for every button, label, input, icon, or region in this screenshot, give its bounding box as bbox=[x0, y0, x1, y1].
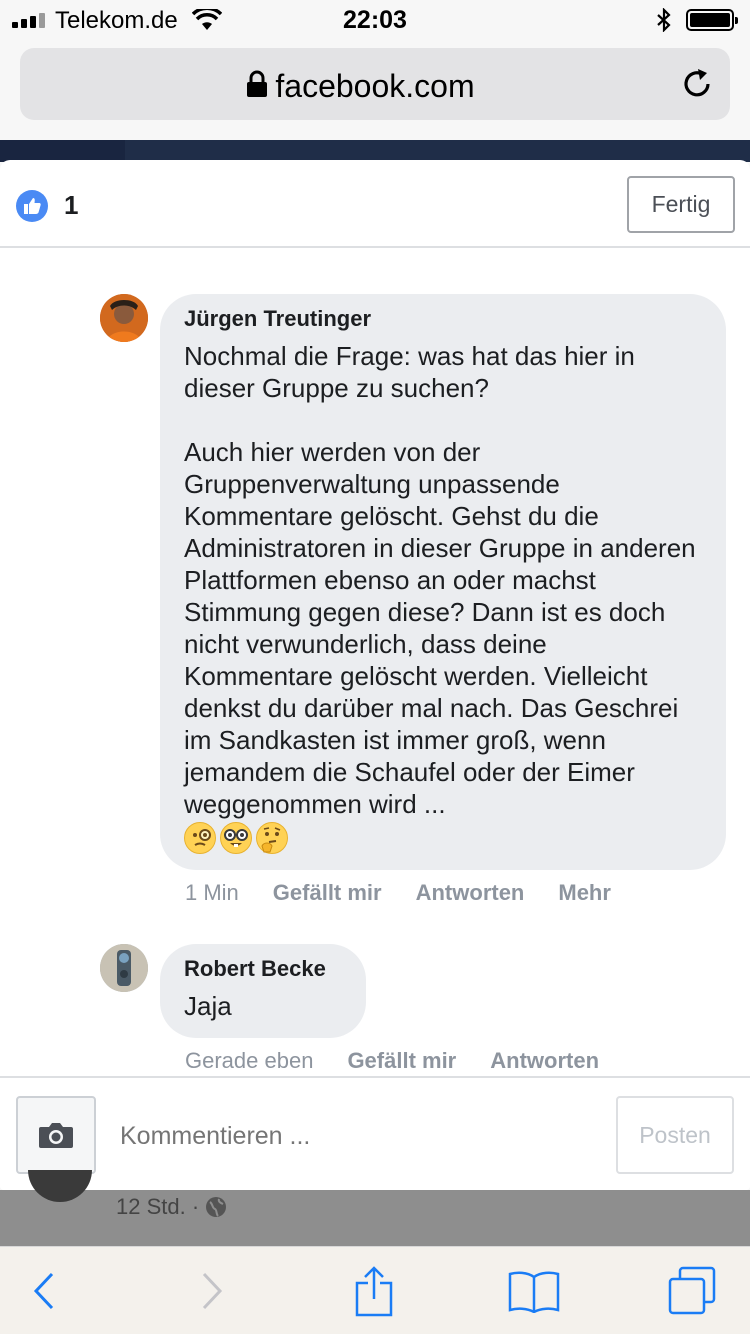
chevron-right-icon bbox=[202, 1272, 223, 1310]
comment-composer: Posten bbox=[0, 1076, 750, 1190]
reload-icon[interactable] bbox=[680, 67, 714, 101]
comment-bubble: Robert Becke Jaja bbox=[160, 944, 366, 1038]
address-bar[interactable]: facebook.com bbox=[20, 48, 730, 120]
url-text: facebook.com bbox=[275, 68, 475, 104]
browser-toolbar bbox=[0, 1246, 750, 1334]
share-icon bbox=[355, 1266, 393, 1317]
done-button[interactable]: Fertig bbox=[627, 176, 735, 233]
comment-actions: 1 Min Gefällt mir Antworten Mehr bbox=[185, 880, 645, 906]
comment-text: Jaja bbox=[184, 991, 232, 1021]
tabs-icon bbox=[668, 1266, 716, 1315]
comment-timestamp: 1 Min bbox=[185, 880, 239, 905]
avatar[interactable] bbox=[100, 294, 148, 342]
like-reaction-icon[interactable] bbox=[16, 190, 48, 222]
reply-button[interactable]: Antworten bbox=[416, 880, 525, 906]
comment-timestamp: Gerade eben bbox=[185, 1048, 314, 1073]
background-post: 12 Std. · bbox=[0, 1170, 750, 1246]
share-button[interactable] bbox=[344, 1261, 404, 1321]
post-timestamp: 12 Std. · bbox=[116, 1194, 200, 1219]
face-with-monocle-emoji bbox=[184, 822, 216, 854]
battery-icon bbox=[686, 9, 738, 31]
comment-text: Nochmal die Frage: was hat das hier in d… bbox=[184, 341, 696, 819]
nerd-face-emoji bbox=[220, 822, 252, 854]
like-count[interactable]: 1 bbox=[64, 190, 78, 221]
more-button[interactable]: Mehr bbox=[558, 880, 611, 906]
clock: 22:03 bbox=[343, 6, 407, 34]
bluetooth-icon bbox=[657, 8, 671, 32]
bookmarks-button[interactable] bbox=[504, 1261, 564, 1321]
emoji-row bbox=[184, 822, 702, 854]
comment-author[interactable]: Jürgen Treutinger bbox=[184, 306, 702, 332]
back-button[interactable] bbox=[14, 1261, 74, 1321]
post-meta: 12 Std. · bbox=[116, 1194, 227, 1220]
reply-button[interactable]: Antworten bbox=[490, 1048, 599, 1074]
comment-bubble: Jürgen Treutinger Nochmal die Frage: was… bbox=[160, 294, 726, 870]
facebook-header-strip bbox=[0, 140, 750, 162]
bookmarks-icon bbox=[508, 1271, 560, 1313]
tabs-button[interactable] bbox=[662, 1261, 722, 1321]
avatar[interactable] bbox=[100, 944, 148, 992]
thinking-face-emoji bbox=[256, 822, 288, 854]
status-bar: Telekom.de 22:03 bbox=[0, 0, 750, 40]
like-button[interactable]: Gefällt mir bbox=[347, 1048, 456, 1074]
modal-header: 1 Fertig bbox=[0, 160, 750, 248]
forward-button[interactable] bbox=[182, 1261, 242, 1321]
chevron-left-icon bbox=[33, 1272, 54, 1310]
comments-modal: 1 Fertig Jürgen Treutinger Nochmal die F… bbox=[0, 160, 750, 1190]
camera-button[interactable] bbox=[16, 1096, 96, 1174]
like-button[interactable]: Gefällt mir bbox=[273, 880, 382, 906]
avatar bbox=[28, 1170, 92, 1202]
camera-icon bbox=[39, 1123, 73, 1148]
globe-icon bbox=[206, 1197, 227, 1217]
post-button[interactable]: Posten bbox=[616, 1096, 734, 1174]
comment-input[interactable] bbox=[120, 1122, 590, 1151]
comment-actions: Gerade eben Gefällt mir Antworten bbox=[185, 1048, 633, 1074]
comment-author[interactable]: Robert Becke bbox=[184, 956, 342, 982]
